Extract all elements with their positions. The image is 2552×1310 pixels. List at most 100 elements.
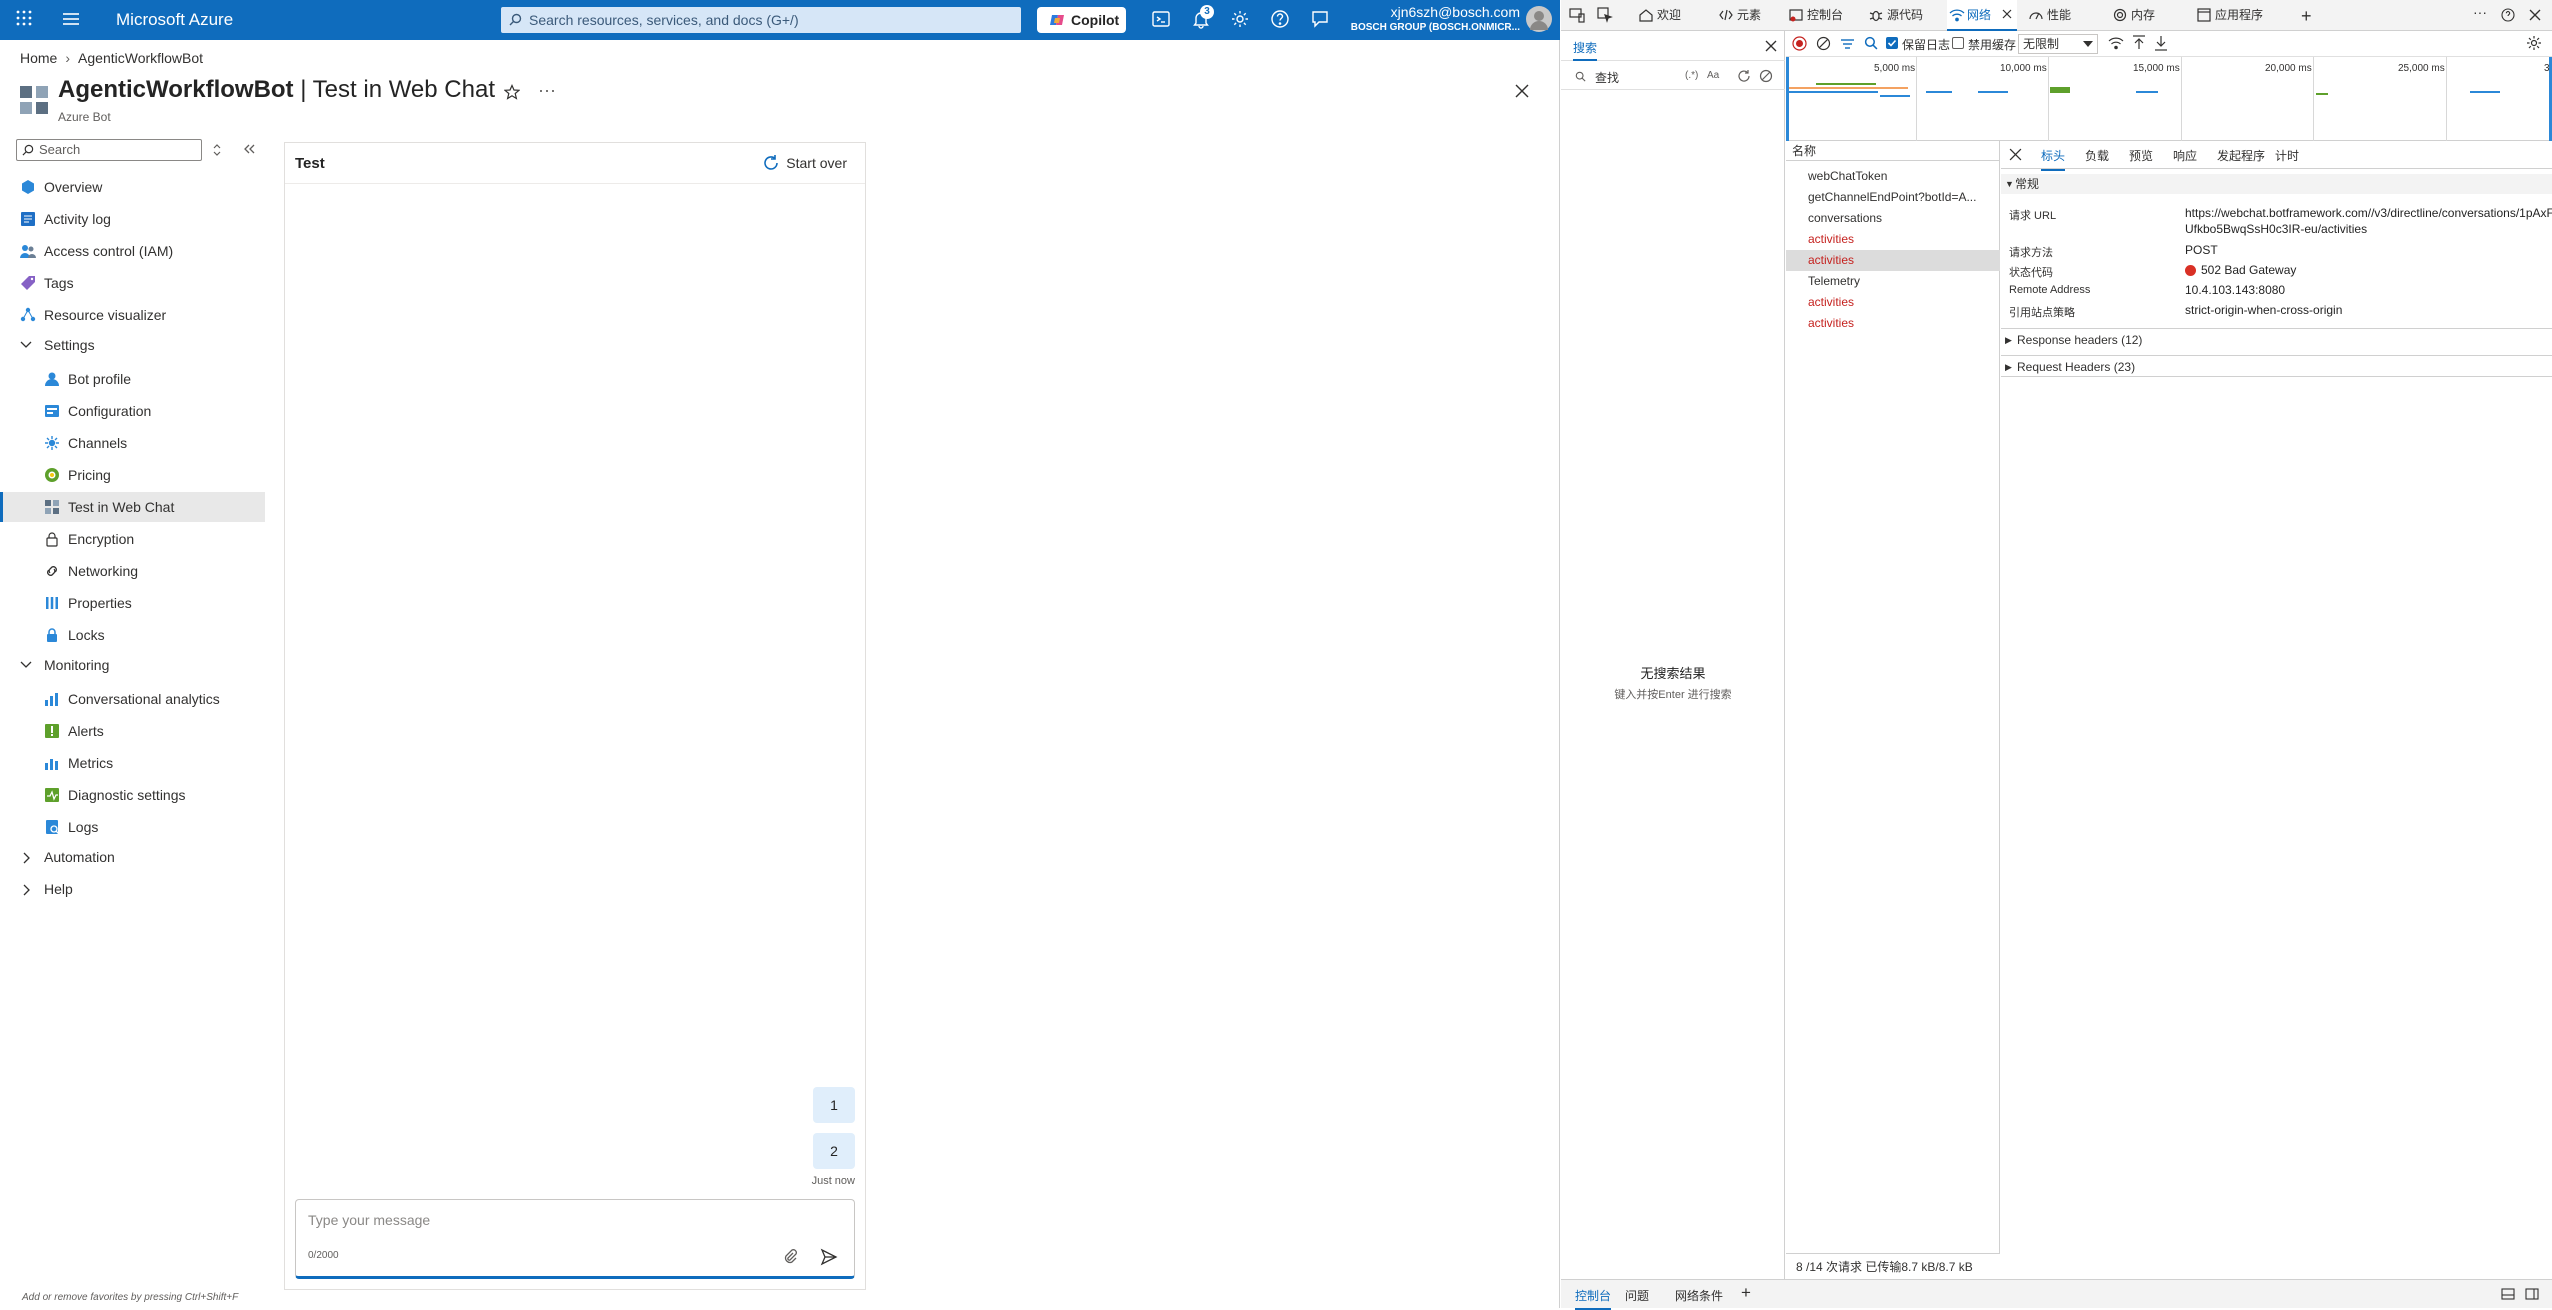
find-input[interactable]: 查找 bbox=[1595, 69, 1619, 86]
search-icon[interactable] bbox=[1864, 36, 1878, 50]
request-row[interactable]: Telemetry bbox=[1786, 271, 2000, 292]
network-settings-gear-icon[interactable] bbox=[2526, 35, 2542, 51]
menu-icon[interactable] bbox=[62, 11, 80, 27]
tab-application[interactable]: 应用程序 bbox=[2195, 0, 2263, 31]
nav-item-configuration[interactable]: Configuration bbox=[44, 396, 309, 426]
refresh-icon[interactable] bbox=[1737, 69, 1751, 83]
tab-timing[interactable]: 计时 bbox=[2275, 147, 2299, 164]
nav-item-locks[interactable]: Locks bbox=[44, 620, 309, 650]
nav-item-test-web-chat[interactable]: Test in Web Chat bbox=[0, 492, 265, 522]
export-har-icon[interactable] bbox=[2154, 35, 2168, 51]
match-case-toggle[interactable]: Aa bbox=[1707, 70, 1719, 81]
nav-item-pricing[interactable]: Pricing bbox=[44, 460, 309, 490]
nav-item-overview[interactable]: Overview bbox=[20, 172, 285, 202]
close-drawer-icon[interactable] bbox=[2525, 1287, 2539, 1301]
dock-icon[interactable] bbox=[2501, 1287, 2515, 1301]
import-har-icon[interactable] bbox=[2132, 35, 2146, 51]
request-row[interactable]: webChatToken bbox=[1786, 166, 2000, 187]
drawer-tab-console[interactable]: 控制台 bbox=[1575, 1287, 1612, 1310]
nav-group-automation[interactable]: Automation bbox=[20, 842, 285, 872]
message-composer[interactable]: Type your message 0/2000 bbox=[295, 1199, 855, 1279]
brand-name[interactable]: Microsoft Azure bbox=[116, 10, 233, 30]
nav-item-properties[interactable]: Properties bbox=[44, 588, 309, 618]
nav-group-settings[interactable]: Settings bbox=[20, 330, 285, 360]
collapse-nav-icon[interactable] bbox=[242, 142, 256, 156]
device-emulation-icon[interactable] bbox=[1569, 7, 1585, 23]
network-conditions-icon[interactable] bbox=[2108, 36, 2124, 51]
nav-item-iam[interactable]: Access control (IAM) bbox=[20, 236, 285, 266]
tab-sources[interactable]: 源代码 bbox=[1867, 0, 1923, 31]
tab-performance[interactable]: 性能 bbox=[2027, 0, 2071, 31]
close-detail-icon[interactable] bbox=[2009, 148, 2022, 161]
add-tab-icon[interactable]: + bbox=[2301, 6, 2312, 27]
tab-memory[interactable]: 内存 bbox=[2111, 0, 2155, 31]
nav-item-alerts[interactable]: Alerts bbox=[44, 716, 309, 746]
tab-elements[interactable]: 元素 bbox=[1717, 0, 1761, 31]
nav-item-resource-visualizer[interactable]: Resource visualizer bbox=[20, 300, 285, 330]
add-drawer-tab-icon[interactable]: + bbox=[1741, 1283, 1751, 1303]
tab-headers[interactable]: 标头 bbox=[2041, 147, 2066, 171]
tab-console[interactable]: 控制台 bbox=[1787, 0, 1843, 31]
help-icon[interactable] bbox=[2501, 8, 2515, 22]
start-over-button[interactable]: Start over bbox=[762, 153, 847, 173]
filter-icon[interactable] bbox=[1840, 37, 1855, 51]
regex-toggle[interactable]: (.*) bbox=[1685, 70, 1698, 81]
kv-value[interactable]: 502 Bad Gateway bbox=[2185, 262, 2552, 278]
global-search-input[interactable]: Search resources, services, and docs (G+… bbox=[501, 7, 1021, 33]
request-row[interactable]: conversations bbox=[1786, 208, 2000, 229]
disable-cache-checkbox[interactable] bbox=[1952, 37, 1964, 49]
nav-group-help[interactable]: Help bbox=[20, 874, 285, 904]
request-row[interactable]: getChannelEndPoint?botId=A... bbox=[1786, 187, 2000, 208]
clear-log-icon[interactable] bbox=[1816, 36, 1831, 51]
account-info[interactable]: xjn6szh@bosch.com BOSCH GROUP (BOSCH.ONM… bbox=[1351, 4, 1520, 33]
nav-item-logs[interactable]: Logs bbox=[44, 812, 309, 842]
request-headers-section[interactable]: ▶ Request Headers (23) bbox=[2001, 355, 2552, 377]
preserve-log-checkbox[interactable] bbox=[1886, 37, 1898, 49]
nav-group-monitoring[interactable]: Monitoring bbox=[20, 650, 285, 680]
settings-gear-icon[interactable] bbox=[1230, 9, 1250, 29]
request-row[interactable]: activities bbox=[1786, 313, 2000, 334]
close-devtools-icon[interactable] bbox=[2529, 9, 2541, 21]
general-section-header[interactable]: ▼ 常规 bbox=[2001, 174, 2552, 194]
request-row[interactable]: activities bbox=[1786, 250, 2000, 271]
kv-value[interactable]: strict-origin-when-cross-origin bbox=[2185, 302, 2552, 318]
nav-item-bot-profile[interactable]: Bot profile bbox=[44, 364, 309, 394]
nav-item-conversational-analytics[interactable]: Conversational analytics bbox=[44, 684, 309, 714]
response-headers-section[interactable]: ▶ Response headers (12) bbox=[2001, 328, 2552, 350]
nav-item-networking[interactable]: Networking bbox=[44, 556, 309, 586]
nav-search-input[interactable]: Search bbox=[16, 139, 202, 161]
throttling-select[interactable]: 无限制 bbox=[2018, 34, 2098, 54]
request-row[interactable]: activities bbox=[1786, 229, 2000, 250]
clear-icon[interactable] bbox=[1759, 69, 1773, 83]
tab-response[interactable]: 响应 bbox=[2173, 147, 2197, 164]
kv-value[interactable]: https://webchat.botframework.com//v3/dir… bbox=[2185, 205, 2552, 237]
inspect-icon[interactable] bbox=[1597, 7, 1613, 23]
copilot-button[interactable]: Copilot bbox=[1037, 7, 1126, 33]
close-drawer-icon[interactable] bbox=[1765, 40, 1777, 52]
favorite-star-icon[interactable] bbox=[504, 84, 520, 100]
request-row[interactable]: activities bbox=[1786, 292, 2000, 313]
tab-initiator[interactable]: 发起程序 bbox=[2217, 147, 2265, 164]
avatar[interactable] bbox=[1526, 6, 1552, 32]
attach-icon[interactable] bbox=[782, 1248, 798, 1264]
app-launcher-icon[interactable] bbox=[16, 10, 32, 26]
record-icon[interactable] bbox=[1792, 36, 1807, 51]
nav-item-encryption[interactable]: Encryption bbox=[44, 524, 309, 554]
nav-item-diagnostic-settings[interactable]: Diagnostic settings bbox=[44, 780, 309, 810]
nav-item-activity-log[interactable]: Activity log bbox=[20, 204, 285, 234]
more-options-icon[interactable]: ··· bbox=[538, 80, 556, 101]
tab-preview[interactable]: 预览 bbox=[2129, 147, 2153, 164]
more-tools-icon[interactable]: ··· bbox=[2473, 4, 2487, 20]
search-drawer-title[interactable]: 搜索 bbox=[1573, 39, 1598, 61]
cloud-shell-icon[interactable] bbox=[1151, 9, 1171, 29]
drawer-tab-network-conditions[interactable]: 网络条件 bbox=[1675, 1287, 1723, 1304]
close-blade-icon[interactable] bbox=[1514, 83, 1530, 99]
close-tab-icon[interactable] bbox=[2002, 9, 2012, 19]
sort-icon[interactable] bbox=[212, 143, 222, 157]
tab-welcome[interactable]: 欢迎 bbox=[1637, 0, 1681, 31]
breadcrumb-resource[interactable]: AgenticWorkflowBot bbox=[78, 50, 203, 66]
kv-value[interactable]: 10.4.103.143:8080 bbox=[2185, 282, 2552, 298]
message-input[interactable]: Type your message bbox=[308, 1212, 430, 1228]
help-icon[interactable] bbox=[1270, 9, 1290, 29]
kv-value[interactable]: POST bbox=[2185, 242, 2552, 258]
